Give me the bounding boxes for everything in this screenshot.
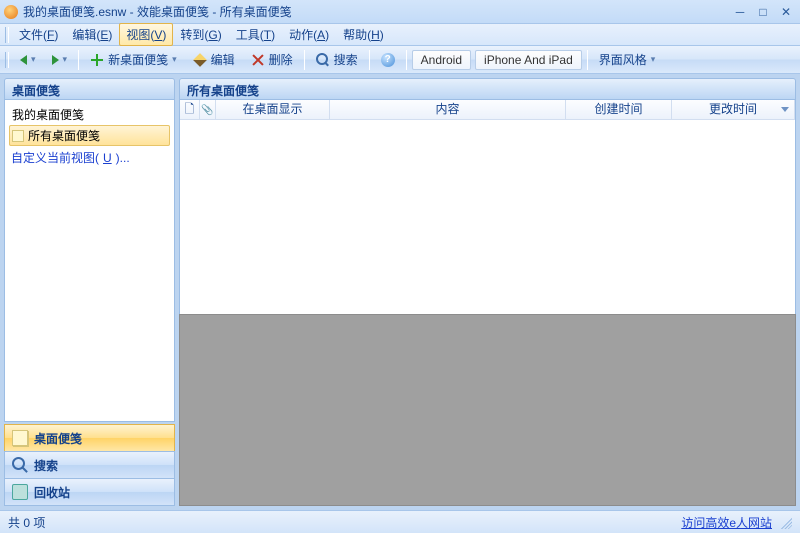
tree-item-all-notes[interactable]: 所有桌面便笺 — [9, 125, 170, 146]
app-icon — [4, 5, 18, 19]
edit-label: 编辑 — [211, 51, 235, 68]
arrow-left-icon — [20, 55, 27, 65]
nav-list: 桌面便笺 搜索 回收站 — [4, 425, 175, 506]
toolbar-separator — [406, 50, 407, 70]
delete-label: 删除 — [269, 51, 293, 68]
search-label: 搜索 — [334, 51, 358, 68]
toolbar-grip[interactable] — [5, 52, 9, 68]
status-website-link[interactable]: 访问高效e人网站 — [681, 514, 772, 531]
status-count: 共 0 项 — [8, 514, 45, 531]
customize-view-link[interactable]: 自定义当前视图(U)... — [9, 146, 170, 169]
menu-file[interactable]: 文件(F) — [12, 23, 65, 46]
menu-bar: 文件(F) 编辑(E) 视图(V) 转到(G) 工具(T) 动作(A) 帮助(H… — [0, 24, 800, 46]
close-button[interactable]: ✕ — [776, 4, 796, 20]
menu-tools[interactable]: 工具(T) — [229, 23, 282, 46]
nav-notes-label: 桌面便笺 — [34, 430, 82, 447]
new-note-label: 新桌面便笺 — [108, 51, 168, 68]
toolbar-separator — [587, 50, 588, 70]
list-pane: 🗋 📎 在桌面显示 内容 创建时间 更改时间 — [179, 100, 796, 315]
minimize-button[interactable]: ─ — [730, 4, 750, 20]
menu-view[interactable]: 视图(V) — [119, 23, 173, 46]
nav-recycle[interactable]: 回收站 — [4, 478, 175, 506]
paperclip-icon: 📎 — [201, 105, 213, 116]
notes-icon — [12, 430, 28, 446]
search-icon — [316, 53, 330, 67]
sort-desc-icon — [781, 107, 789, 112]
recycle-icon — [12, 484, 28, 500]
main-area: 所有桌面便笺 🗋 📎 在桌面显示 内容 创建时间 更改时间 — [179, 78, 796, 506]
arrow-right-icon — [52, 55, 59, 65]
toolbar: ▾ ▾ 新桌面便笺 ▾ 编辑 删除 搜索 ? Android iPhone And… — [0, 46, 800, 74]
nav-notes[interactable]: 桌面便笺 — [4, 424, 175, 452]
nav-forward-button[interactable]: ▾ — [45, 51, 75, 68]
help-button[interactable]: ? — [374, 50, 402, 70]
platform-android-button[interactable]: Android — [412, 50, 471, 70]
column-headers: 🗋 📎 在桌面显示 内容 创建时间 更改时间 — [180, 100, 795, 120]
menu-grip[interactable] — [5, 27, 9, 43]
toolbar-separator — [304, 50, 305, 70]
plus-icon — [90, 53, 104, 67]
maximize-button[interactable]: □ — [753, 4, 773, 20]
menu-edit[interactable]: 编辑(E) — [65, 23, 119, 46]
note-icon — [12, 130, 24, 142]
tree-root-label: 我的桌面便笺 — [12, 106, 84, 123]
toolbar-separator — [78, 50, 79, 70]
sidebar-tree[interactable]: 我的桌面便笺 所有桌面便笺 自定义当前视图(U)... — [4, 100, 175, 422]
toolbar-separator — [369, 50, 370, 70]
col-attachment[interactable]: 📎 — [200, 100, 216, 119]
body-area: 桌面便笺 我的桌面便笺 所有桌面便笺 自定义当前视图(U)... 桌面便笺 搜索… — [0, 74, 800, 510]
chevron-down-icon: ▾ — [63, 54, 68, 65]
title-bar: 我的桌面便笺.esnw - 效能桌面便笺 - 所有桌面便笺 ─ □ ✕ — [0, 0, 800, 24]
ui-style-button[interactable]: 界面风格 ▾ — [592, 48, 663, 71]
help-icon: ? — [381, 53, 395, 67]
menu-goto[interactable]: 转到(G) — [173, 23, 228, 46]
chevron-down-icon: ▾ — [31, 54, 36, 65]
new-note-button[interactable]: 新桌面便笺 ▾ — [83, 48, 184, 71]
col-modified[interactable]: 更改时间 — [672, 100, 795, 119]
col-icon[interactable]: 🗋 — [180, 100, 200, 119]
tree-root[interactable]: 我的桌面便笺 — [9, 104, 170, 125]
chevron-down-icon: ▾ — [172, 54, 177, 65]
tree-item-label: 所有桌面便笺 — [28, 127, 100, 144]
col-on-desktop[interactable]: 在桌面显示 — [216, 100, 330, 119]
col-created[interactable]: 创建时间 — [566, 100, 672, 119]
sidebar-header: 桌面便笺 — [4, 78, 175, 100]
nav-recycle-label: 回收站 — [34, 484, 70, 501]
delete-button[interactable]: 删除 — [244, 48, 300, 71]
preview-pane — [179, 314, 796, 506]
menu-action[interactable]: 动作(A) — [282, 23, 336, 46]
search-icon — [12, 457, 28, 473]
sidebar: 桌面便笺 我的桌面便笺 所有桌面便笺 自定义当前视图(U)... 桌面便笺 搜索… — [4, 78, 175, 506]
search-button[interactable]: 搜索 — [309, 48, 365, 71]
nav-back-button[interactable]: ▾ — [13, 51, 43, 68]
ui-style-label: 界面风格 — [599, 51, 647, 68]
chevron-down-icon: ▾ — [651, 54, 656, 65]
grid-empty-area[interactable] — [180, 120, 795, 314]
edit-button[interactable]: 编辑 — [186, 48, 242, 71]
col-content[interactable]: 内容 — [330, 100, 566, 119]
nav-search[interactable]: 搜索 — [4, 451, 175, 479]
resize-grip[interactable] — [778, 515, 792, 529]
col-modified-label: 更改时间 — [709, 102, 757, 116]
pencil-icon — [193, 53, 207, 67]
main-header: 所有桌面便笺 — [179, 78, 796, 100]
nav-search-label: 搜索 — [34, 457, 58, 474]
platform-iphone-button[interactable]: iPhone And iPad — [475, 50, 582, 70]
status-bar: 共 0 项 访问高效e人网站 — [0, 510, 800, 533]
delete-icon — [251, 53, 265, 67]
window-title: 我的桌面便笺.esnw - 效能桌面便笺 - 所有桌面便笺 — [23, 3, 727, 20]
menu-help[interactable]: 帮助(H) — [336, 23, 391, 46]
